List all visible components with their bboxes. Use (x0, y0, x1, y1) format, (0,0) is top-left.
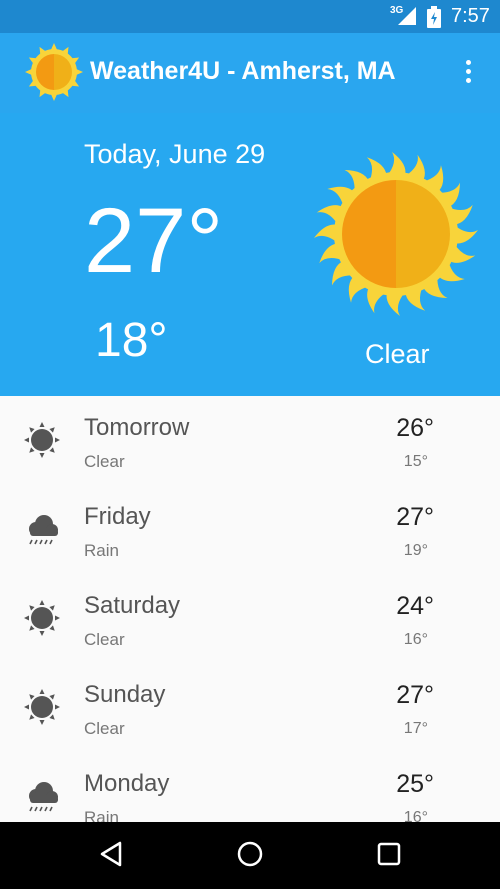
forecast-high-temp: 26° (396, 414, 434, 442)
list-item[interactable]: Friday Rain 27° 19° (0, 485, 500, 574)
list-item[interactable]: Sunday Clear 27° 17° (0, 663, 500, 752)
today-condition: Clear (365, 339, 430, 369)
forecast-low-temp: 19° (403, 542, 428, 559)
battery-icon (427, 6, 441, 28)
rain-icon (29, 782, 58, 812)
signal-icon (398, 7, 416, 25)
status-bar: 3G 7:57 (0, 0, 500, 33)
forecast-condition: Clear (84, 630, 125, 649)
today-low-temp: 18° (95, 314, 168, 367)
forecast-condition: Rain (84, 808, 119, 822)
forecast-low-temp: 16° (403, 809, 428, 822)
today-high-temp: 27° (84, 190, 224, 292)
clock: 7:57 (451, 5, 490, 27)
overflow-menu-icon[interactable] (456, 58, 480, 86)
sun-icon (25, 43, 83, 101)
forecast-low-temp: 15° (403, 453, 428, 470)
forecast-day: Monday (84, 770, 170, 797)
forecast-condition: Clear (84, 452, 125, 471)
forecast-condition: Clear (84, 719, 125, 738)
list-item[interactable]: Saturday Clear 24° 16° (0, 574, 500, 663)
clear-icon (24, 422, 60, 458)
sun-icon (314, 152, 478, 316)
list-item[interactable]: Tomorrow Clear 26° 15° (0, 396, 500, 485)
app-title: Weather4U - Amherst, MA (90, 57, 396, 85)
forecast-low-temp: 17° (403, 720, 428, 737)
clear-icon (24, 689, 60, 725)
app-bar: Weather4U - Amherst, MA (0, 33, 500, 113)
clear-icon (24, 600, 60, 636)
forecast-high-temp: 27° (396, 503, 434, 531)
forecast-day: Friday (84, 503, 151, 530)
forecast-high-temp: 27° (396, 681, 434, 709)
forecast-low-temp: 16° (403, 631, 428, 648)
forecast-day: Tomorrow (84, 414, 190, 441)
back-icon[interactable] (96, 838, 128, 870)
forecast-day: Saturday (84, 592, 181, 619)
forecast-list[interactable]: Tomorrow Clear 26° 15° Friday Rain 27° 1… (0, 396, 500, 822)
rain-icon (29, 515, 58, 545)
forecast-day: Sunday (84, 681, 166, 708)
forecast-high-temp: 25° (396, 770, 434, 798)
list-item[interactable]: Monday Rain 25° 16° (0, 752, 500, 822)
forecast-high-temp: 24° (396, 592, 434, 620)
home-icon[interactable] (234, 838, 266, 870)
today-date: Today, June 29 (84, 139, 266, 169)
forecast-condition: Rain (84, 541, 119, 560)
today-panel[interactable]: Today, June 29 27° 18° Clear (0, 113, 500, 396)
navigation-bar (0, 822, 500, 889)
recents-icon[interactable] (373, 838, 405, 870)
